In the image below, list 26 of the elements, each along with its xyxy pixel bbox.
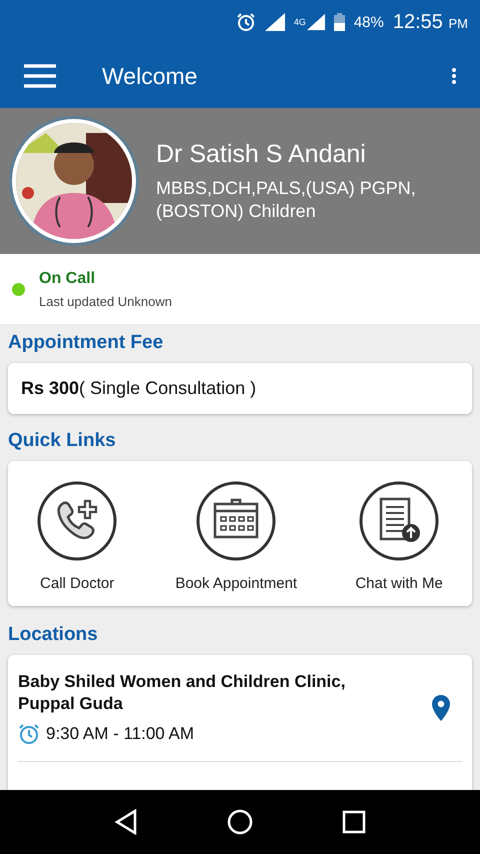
alarm-icon	[236, 12, 256, 32]
last-updated: Last updated Unknown	[39, 294, 172, 308]
battery-icon	[334, 13, 345, 31]
network-type: 4G	[294, 17, 306, 27]
doctor-name: Dr Satish S Andani	[156, 140, 367, 169]
clinic-hours: 9:30 AM - 11:00 AM	[46, 724, 194, 744]
quick-link[interactable]: Book Appointment	[175, 481, 298, 592]
section-heading: Quick Links	[8, 430, 117, 452]
alarm-icon	[18, 723, 40, 746]
clinic-name: Baby Shiled Women and Children Clinic, Puppal Guda	[18, 671, 346, 716]
phone-plus-icon	[37, 481, 118, 561]
availability-status: On Call	[39, 270, 96, 288]
section-heading: Appointment Fee	[8, 332, 164, 354]
battery-level: 48%	[354, 14, 384, 30]
document-upload-icon	[359, 481, 440, 561]
fee-text: Rs 300( Single Consultation )	[20, 377, 258, 400]
quick-link[interactable]: Chat with Me	[355, 481, 443, 592]
doctor-qualifications: MBBS,DCH,PALS,(USA) PGPN, (BOSTON) Children	[156, 177, 417, 222]
clock: 12:55 PM	[392, 10, 468, 34]
signal-icon	[306, 13, 325, 31]
section-heading: Locations	[8, 624, 99, 646]
quick-link[interactable]: Call Doctor	[37, 481, 118, 592]
signal-icon	[264, 13, 285, 31]
more-options-icon[interactable]	[452, 68, 456, 84]
calendar-icon	[196, 481, 276, 561]
screen-title: Welcome	[102, 62, 198, 90]
